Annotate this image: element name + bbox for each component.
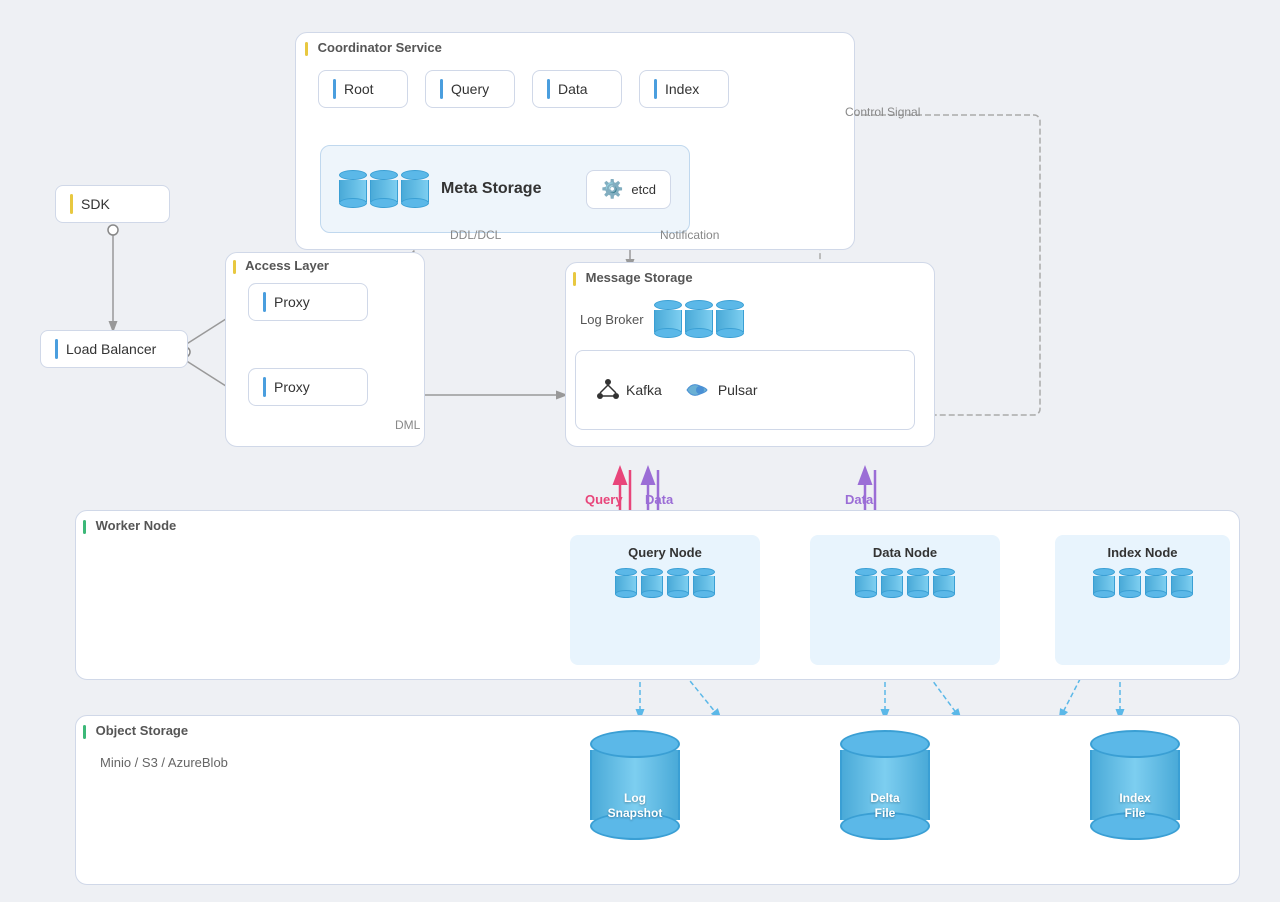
object-storage-subtitle: Minio / S3 / AzureBlob — [100, 755, 228, 770]
query-coord-label: Query — [451, 81, 489, 97]
ddl-dcl-label: DDL/DCL — [450, 228, 501, 242]
index-node-label: Index Node — [1065, 545, 1220, 560]
data-coord-node: Data — [532, 70, 622, 108]
diagram-container: SDK Load Balancer Access Layer Proxy Pro… — [0, 0, 1280, 902]
data-coord-label: Data — [558, 81, 588, 97]
root-node: Root — [318, 70, 408, 108]
delta-file-barrel: DeltaFile — [840, 730, 930, 840]
meta-db-group — [339, 170, 429, 208]
root-label: Root — [344, 81, 374, 97]
proxy1-label: Proxy — [274, 294, 310, 310]
data-node-label: Data Node — [820, 545, 990, 560]
proxy1-node: Proxy — [248, 283, 368, 321]
dn-db1 — [855, 568, 877, 598]
log-broker-area: Log Broker — [580, 300, 744, 338]
lb-db1 — [654, 300, 682, 338]
qn-db2 — [641, 568, 663, 598]
sdk-label: SDK — [81, 196, 110, 212]
dn-db4 — [933, 568, 955, 598]
lb-accent — [55, 339, 58, 359]
log-snapshot-barrel: LogSnapshot — [590, 730, 680, 840]
object-storage-label: Object Storage — [83, 723, 188, 739]
index-file-barrel: IndexFile — [1090, 730, 1180, 840]
data-coord-accent — [547, 79, 550, 99]
index-coord-node: Index — [639, 70, 729, 108]
proxy2-accent — [263, 377, 266, 397]
control-signal-label: Control Signal — [845, 105, 920, 119]
kafka-item: Kafka — [596, 378, 662, 402]
data-node-box: Data Node — [810, 535, 1000, 665]
index-node-box: Index Node — [1055, 535, 1230, 665]
etcd-box: ⚙️ etcd — [586, 170, 671, 209]
etcd-icon: ⚙️ — [601, 179, 623, 200]
data-node-dbs — [820, 568, 990, 598]
query-coord-node: Query — [425, 70, 515, 108]
query-node-dbs — [580, 568, 750, 598]
dn-db3 — [907, 568, 929, 598]
proxy1-accent — [263, 292, 266, 312]
access-layer-label: Access Layer — [233, 258, 329, 274]
proxy2-node: Proxy — [248, 368, 368, 406]
qn-db1 — [615, 568, 637, 598]
qn-db3 — [667, 568, 689, 598]
index-coord-accent — [654, 79, 657, 99]
in-db2 — [1119, 568, 1141, 598]
kafka-label: Kafka — [626, 382, 662, 398]
load-balancer-node: Load Balancer — [40, 330, 188, 368]
qn-db4 — [693, 568, 715, 598]
dml-label: DML — [395, 418, 420, 432]
db3 — [401, 170, 429, 208]
lb-label: Load Balancer — [66, 341, 156, 357]
meta-storage-box: Meta Storage ⚙️ etcd — [320, 145, 690, 233]
delta-file-label: DeltaFile — [870, 791, 899, 822]
notification-label: Notification — [660, 228, 719, 242]
barrel-top-3 — [1090, 730, 1180, 758]
db2 — [370, 170, 398, 208]
data-arrow-label1: Data — [645, 492, 673, 507]
in-db1 — [1093, 568, 1115, 598]
pulsar-icon — [682, 378, 712, 402]
etcd-label: etcd — [631, 182, 656, 197]
db1 — [339, 170, 367, 208]
data-arrow-label2: Data — [845, 492, 873, 507]
query-arrow-label: Query — [585, 492, 623, 507]
kafka-icon — [596, 378, 620, 402]
coordinator-label: Coordinator Service — [305, 40, 442, 56]
in-db4 — [1171, 568, 1193, 598]
in-db3 — [1145, 568, 1167, 598]
sdk-accent — [70, 194, 73, 214]
root-accent — [333, 79, 336, 99]
log-snapshot-label: LogSnapshot — [608, 791, 663, 822]
lb-db3 — [716, 300, 744, 338]
pulsar-item: Pulsar — [682, 378, 758, 402]
log-broker-dbs — [654, 300, 744, 338]
meta-storage-label: Meta Storage — [441, 180, 574, 198]
proxy2-label: Proxy — [274, 379, 310, 395]
dn-db2 — [881, 568, 903, 598]
index-coord-label: Index — [665, 81, 699, 97]
kafka-pulsar-box: Kafka Pulsar — [575, 350, 915, 430]
sdk-node: SDK — [55, 185, 170, 223]
index-file-label: IndexFile — [1119, 791, 1150, 822]
worker-node-label: Worker Node — [83, 518, 176, 534]
message-storage-label: Message Storage — [573, 270, 693, 286]
index-node-dbs — [1065, 568, 1220, 598]
pulsar-label: Pulsar — [718, 382, 758, 398]
barrel-top-1 — [590, 730, 680, 758]
query-node-label: Query Node — [580, 545, 750, 560]
lb-db2 — [685, 300, 713, 338]
log-broker-label: Log Broker — [580, 312, 644, 327]
query-coord-accent — [440, 79, 443, 99]
query-node-box: Query Node — [570, 535, 760, 665]
barrel-top-2 — [840, 730, 930, 758]
